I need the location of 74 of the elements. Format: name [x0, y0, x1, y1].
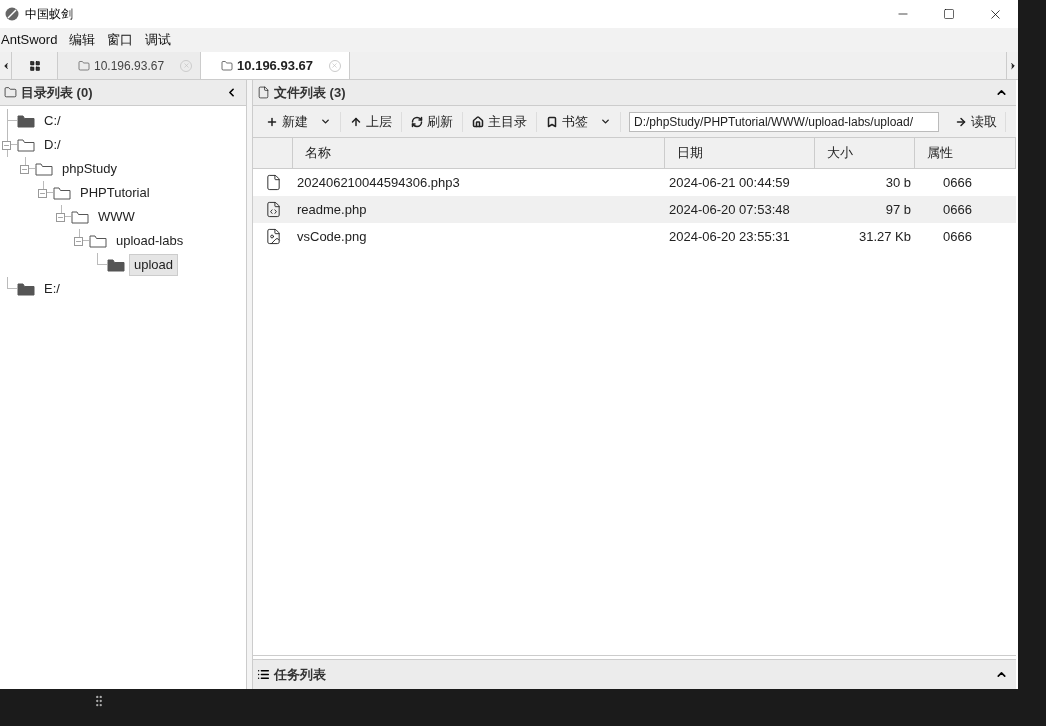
folder-icon	[89, 234, 107, 248]
collapse-toggle-icon[interactable]	[2, 140, 11, 150]
collapse-toggle-icon[interactable]	[38, 188, 47, 198]
file-row[interactable]: readme.php 2024-06-20 07:53:48 97 b 0666	[253, 196, 1016, 223]
list-icon	[257, 668, 270, 681]
tree-item[interactable]: WWW	[93, 206, 140, 228]
folder-icon	[53, 186, 71, 200]
panel-title: 文件列表 (3)	[274, 83, 346, 102]
column-header[interactable]: 名称	[293, 138, 665, 168]
file-size: 97 b	[884, 200, 912, 219]
panel-title: 任务列表	[274, 665, 326, 684]
menu-item[interactable]: 窗口	[101, 30, 140, 50]
connection-tab[interactable]: 10.196.93.67	[201, 52, 350, 79]
menu-item[interactable]: 调试	[139, 30, 178, 50]
file-date: 2024-06-20 23:55:31	[668, 227, 791, 246]
column-header[interactable]: 属性	[915, 138, 1016, 168]
file-name: readme.php	[296, 200, 368, 219]
file-attribute: 0666	[942, 227, 973, 246]
arrow-right-icon	[955, 115, 967, 128]
tree-item[interactable]: C:/	[39, 110, 66, 132]
panel-title: 目录列表 (0)	[21, 83, 93, 102]
folder-icon	[4, 86, 17, 99]
file-date: 2024-06-21 00:44:59	[668, 173, 791, 192]
file-size: 31.27 Kb	[857, 227, 912, 246]
file-size: 30 b	[884, 173, 912, 192]
path-field[interactable]: D:/phpStudy/PHPTutorial/WWW/upload-labs/upload/	[629, 111, 939, 132]
connection-tab[interactable]: 10.196.93.67	[58, 52, 202, 79]
bookmark-icon	[546, 115, 558, 128]
file-attribute: 0666	[942, 200, 973, 219]
home-icon	[472, 115, 484, 128]
menu-item[interactable]: 编辑	[63, 30, 102, 50]
scroll-right-button[interactable]	[1006, 52, 1018, 79]
refresh-icon	[411, 115, 423, 128]
collapse-toggle-icon[interactable]	[56, 212, 65, 222]
file-attribute: 0666	[942, 173, 973, 192]
tree-item[interactable]: upload	[129, 254, 179, 276]
filled-folder-icon	[107, 258, 125, 272]
file-date: 2024-06-20 07:53:48	[668, 200, 791, 219]
file-name: 202406210044594306.php3	[296, 173, 461, 192]
filled-folder-icon	[17, 282, 35, 296]
tree-item[interactable]: phpStudy	[57, 158, 122, 180]
toolbar-button[interactable]: 新建	[257, 111, 340, 132]
tree-item[interactable]: PHPTutorial	[75, 182, 155, 204]
toolbar-button[interactable]: 刷新	[402, 111, 462, 132]
menu-item[interactable]: AntSword	[0, 30, 64, 50]
maximize-icon	[943, 8, 955, 20]
folder-icon	[78, 59, 90, 72]
image-file-icon	[264, 228, 282, 245]
file-name: vsCode.png	[296, 227, 368, 246]
collapse-toggle-icon[interactable]	[20, 164, 29, 174]
caret-icon	[600, 116, 611, 127]
toolbar-button[interactable]: 主目录	[463, 111, 536, 132]
caret-icon	[320, 116, 331, 127]
grid-icon	[28, 59, 41, 72]
column-header[interactable]: 大小	[815, 138, 915, 168]
file-icon	[257, 86, 270, 99]
arrow-up-icon	[350, 115, 362, 128]
collapse-toggle-icon[interactable]	[74, 236, 83, 246]
tree-item[interactable]: upload-labs	[111, 230, 189, 252]
folder-icon	[17, 138, 35, 152]
folder-icon	[35, 162, 53, 176]
filled-folder-icon	[17, 114, 35, 128]
file-icon	[264, 174, 282, 191]
column-header[interactable]: 日期	[665, 138, 815, 168]
folder-icon	[71, 210, 89, 224]
folder-icon	[221, 59, 234, 72]
tree-item[interactable]: E:/	[39, 278, 65, 300]
code-file-icon	[264, 201, 282, 218]
tree-item[interactable]: D:/	[39, 134, 66, 156]
toolbar-button[interactable]: 书签	[537, 111, 620, 132]
toolbar-button[interactable]: 上层	[341, 111, 401, 132]
app-logo-icon	[5, 7, 19, 21]
read-button[interactable]: 读取	[947, 111, 1005, 132]
window-title: 中国蚁剑	[25, 6, 73, 23]
